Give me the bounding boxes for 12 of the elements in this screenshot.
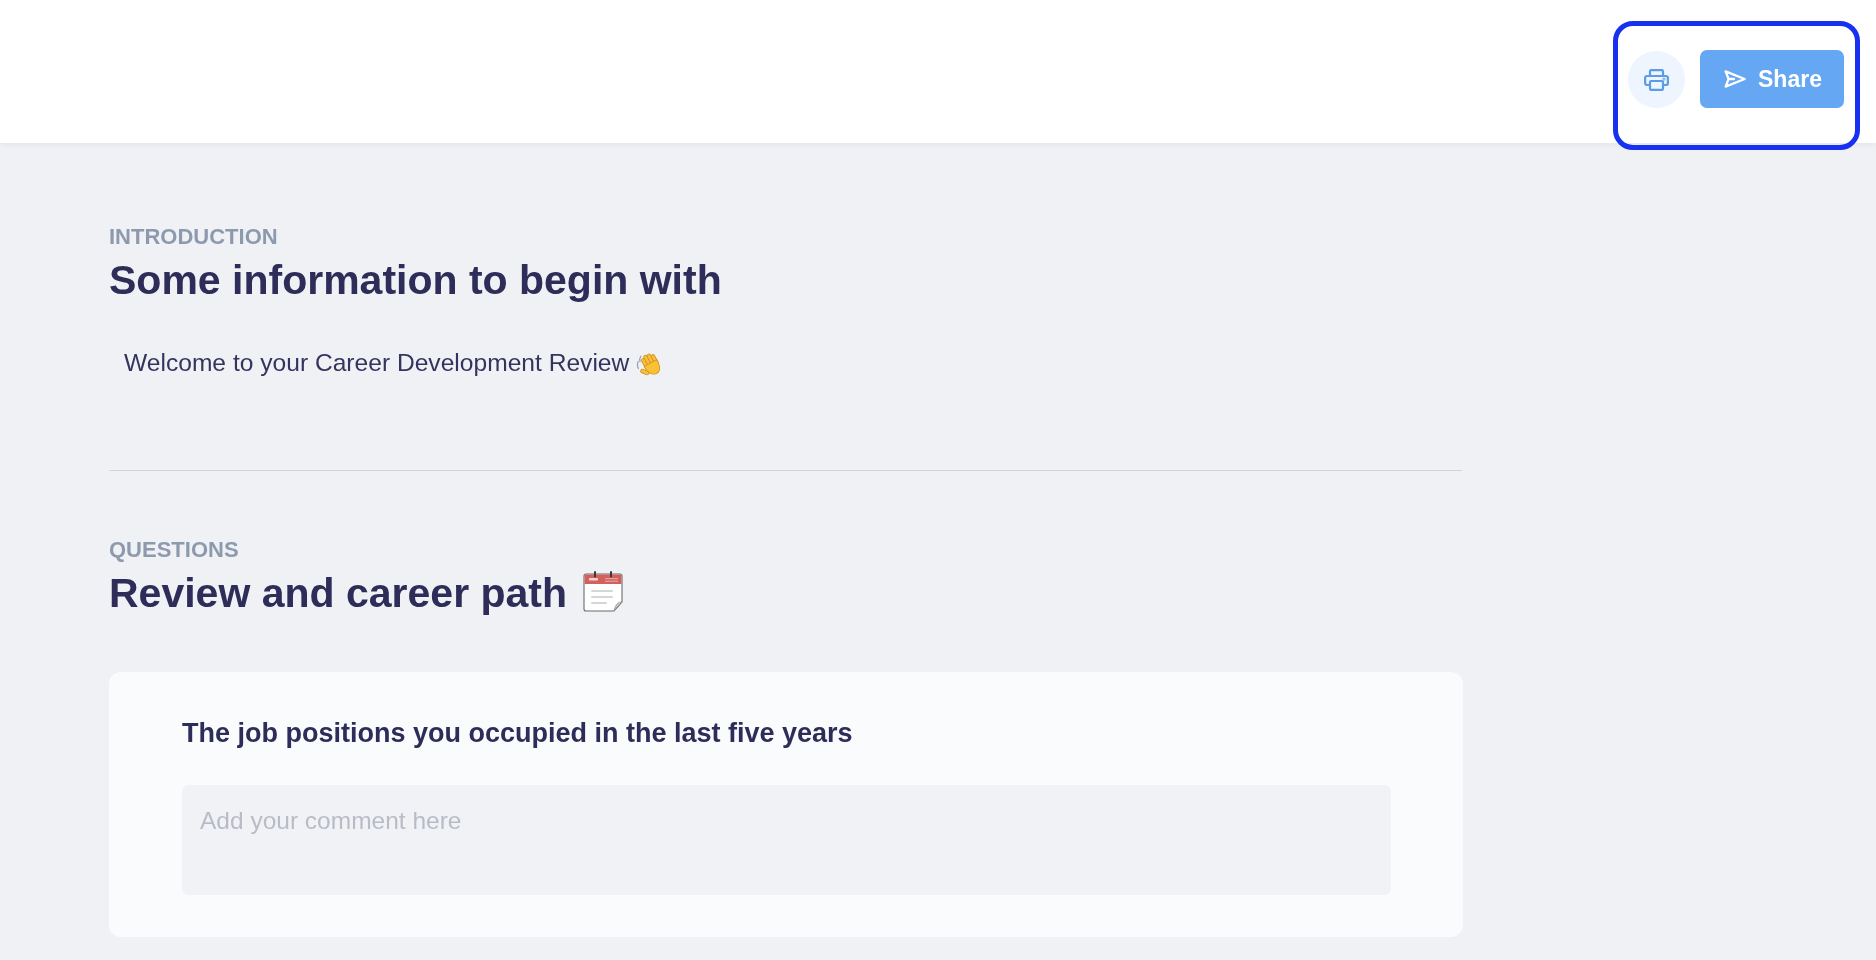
section-title: Review and career path — [109, 569, 568, 617]
section-label: INTRODUCTION — [109, 224, 278, 250]
printer-icon — [1644, 68, 1669, 91]
comment-field[interactable]: Add your comment here — [182, 785, 1391, 895]
section-label: QUESTIONS — [109, 537, 239, 563]
share-button[interactable]: Share — [1700, 50, 1844, 108]
send-icon — [1724, 70, 1746, 88]
calendar-icon — [583, 570, 624, 612]
intro-text: Welcome to your Career Development Review — [124, 348, 630, 378]
section-title: Some information to begin with — [109, 256, 722, 304]
question-title: The job positions you occupied in the last five years — [182, 717, 853, 749]
waving-hand-icon — [636, 351, 663, 377]
